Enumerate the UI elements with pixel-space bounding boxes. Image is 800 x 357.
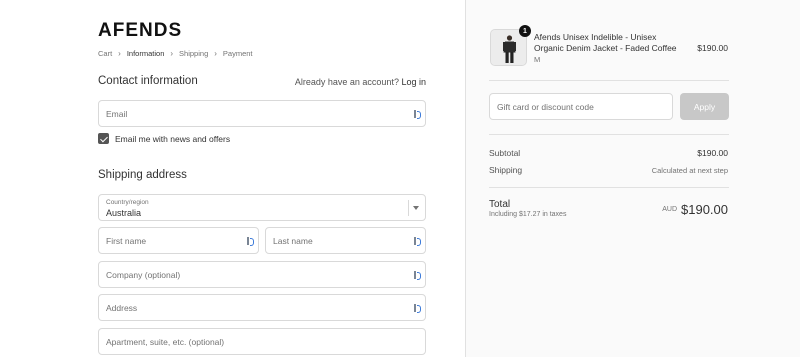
last-name-field[interactable]: Last name xyxy=(265,227,426,254)
checkout-main-panel: AFENDS Cart › Information › Shipping › P… xyxy=(0,0,465,357)
chevron-right-icon: › xyxy=(118,49,121,58)
last-name-placeholder: Last name xyxy=(273,236,313,246)
subtotal-label: Subtotal xyxy=(489,148,521,158)
login-link[interactable]: Log in xyxy=(401,77,426,87)
quantity-badge: 1 xyxy=(519,25,531,37)
newsletter-checkbox[interactable] xyxy=(98,133,109,144)
company-placeholder: Company (optional) xyxy=(106,270,181,280)
brand-logo[interactable]: AFENDS xyxy=(98,20,182,42)
login-prompt-text: Already have an account? xyxy=(294,77,399,87)
breadcrumb-information: Information xyxy=(126,49,165,58)
apartment-field[interactable]: Apartment, suite, etc. (optional) xyxy=(98,328,426,355)
divider xyxy=(489,187,729,188)
chevron-down-icon xyxy=(413,206,419,210)
taxes-note: Including $17.27 in taxes xyxy=(489,211,567,218)
total-amount: $190.00 xyxy=(681,202,728,217)
subtotal-value: $190.00 xyxy=(697,148,728,158)
apply-button[interactable]: Apply xyxy=(680,93,729,120)
email-placeholder: Email xyxy=(106,109,128,119)
company-field[interactable]: Company (optional) xyxy=(98,261,426,288)
product-variant: M xyxy=(534,55,541,64)
shipping-section-title: Shipping address xyxy=(98,169,187,181)
autofill-icon[interactable] xyxy=(414,270,421,280)
autofill-icon[interactable] xyxy=(247,236,254,246)
total-label: Total xyxy=(489,199,511,210)
first-name-field[interactable]: First name xyxy=(98,227,259,254)
autofill-icon[interactable] xyxy=(414,303,421,313)
newsletter-option[interactable]: Email me with news and offers xyxy=(98,133,230,144)
discount-placeholder: Gift card or discount code xyxy=(497,102,594,112)
divider xyxy=(489,134,729,135)
email-field[interactable]: Email xyxy=(98,100,426,127)
shipping-value: Calculated at next step xyxy=(651,166,728,175)
autofill-icon[interactable] xyxy=(414,236,421,246)
chevron-right-icon: › xyxy=(170,49,174,58)
country-value: Australia xyxy=(106,208,142,218)
select-divider xyxy=(408,200,409,216)
login-prompt: Already have an account? Log in xyxy=(295,77,426,87)
newsletter-label: Email me with news and offers xyxy=(115,133,231,144)
address-field[interactable]: Address xyxy=(98,294,426,321)
first-name-placeholder: First name xyxy=(106,236,147,246)
discount-code-field[interactable]: Gift card or discount code xyxy=(489,93,673,120)
apartment-placeholder: Apartment, suite, etc. (optional) xyxy=(106,337,225,347)
currency-code: AUD xyxy=(662,206,677,213)
autofill-icon[interactable] xyxy=(414,109,421,119)
address-placeholder: Address xyxy=(106,303,138,313)
product-name: Afends Unisex Indelible - Unisex Organic… xyxy=(534,32,677,53)
breadcrumb-cart[interactable]: Cart xyxy=(98,49,112,58)
breadcrumb: Cart › Information › Shipping › Payment xyxy=(98,49,253,58)
country-select[interactable]: Country/region Australia xyxy=(98,194,426,221)
country-label: Country/region xyxy=(106,199,149,206)
contact-section-title: Contact information xyxy=(98,75,198,87)
product-price: $190.00 xyxy=(697,43,728,53)
divider xyxy=(489,80,729,81)
breadcrumb-shipping: Shipping xyxy=(179,49,209,58)
shipping-label: Shipping xyxy=(489,165,523,175)
chevron-right-icon: › xyxy=(214,49,217,58)
breadcrumb-payment: Payment xyxy=(222,49,253,58)
